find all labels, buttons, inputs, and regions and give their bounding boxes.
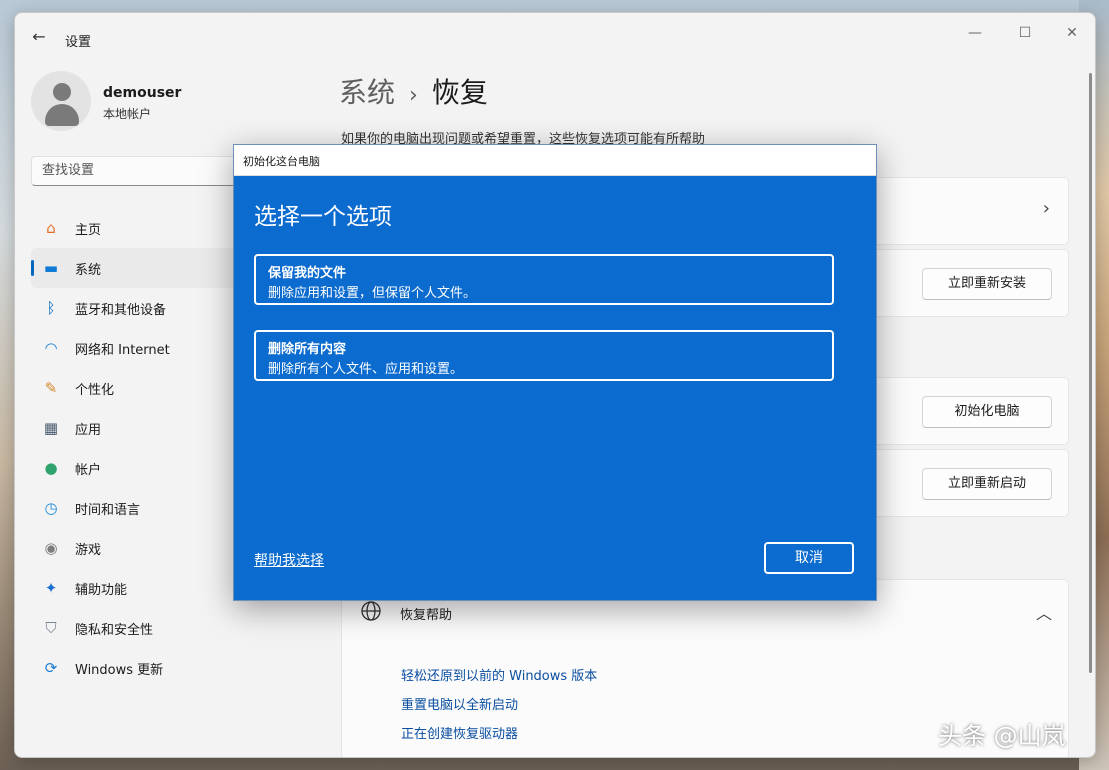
sidebar-item-label: 隐私和安全性 [75, 623, 154, 638]
chevron-right-icon: › [1042, 198, 1050, 219]
sidebar-item-label: 个性化 [75, 383, 115, 398]
apps-icon: ▦ [43, 419, 59, 437]
home-icon: ⌂ [46, 219, 56, 237]
help-link-reset[interactable]: 重置电脑以全新启动 [401, 694, 518, 713]
sidebar-item-privacy[interactable]: ⛉ 隐私和安全性 [31, 608, 261, 648]
sidebar-item-home[interactable]: ⌂ 主页 [31, 208, 261, 248]
user-silhouette-icon [53, 83, 71, 101]
option-title: 删除所有内容 [268, 342, 347, 357]
help-link-recovery-drive[interactable]: 正在创建恢复驱动器 [401, 723, 518, 742]
reinstall-now-button[interactable]: 立即重新安装 [922, 268, 1052, 300]
close-button[interactable]: ✕ [1052, 21, 1092, 45]
maximize-button[interactable]: ☐ [1005, 21, 1045, 45]
minimize-button[interactable]: — [955, 21, 995, 45]
sidebar-nav: ⌂ 主页 ▬ 系统 ᛒ 蓝牙和其他设备 ◠ 网络和 Internet ✎ 个性化… [31, 208, 261, 688]
arrow-left-icon: ← [32, 27, 46, 46]
shield-icon: ⛉ [45, 619, 57, 637]
accessibility-icon: ✦ [44, 579, 58, 597]
sidebar-item-personalization[interactable]: ✎ 个性化 [31, 368, 261, 408]
sidebar-item-label: 主页 [75, 223, 102, 238]
sidebar-item-accounts[interactable]: ● 帐户 [31, 448, 261, 488]
account-icon: ● [44, 459, 58, 477]
sidebar-item-windows-update[interactable]: ⟳ Windows 更新 [31, 648, 261, 688]
title-bar: ← 设置 — ☐ ✕ [15, 13, 1095, 61]
sidebar-item-apps[interactable]: ▦ 应用 [31, 408, 261, 448]
app-title: 设置 [65, 35, 92, 50]
dialog-title: 初始化这台电脑 [243, 155, 320, 168]
reset-pc-dialog: 初始化这台电脑 选择一个选项 保留我的文件 删除应用和设置，但保留个人文件。 删… [233, 144, 877, 601]
sidebar-item-label: 蓝牙和其他设备 [75, 303, 167, 318]
option-description: 删除所有个人文件、应用和设置。 [268, 362, 464, 377]
sidebar-item-system[interactable]: ▬ 系统 [31, 248, 261, 288]
option-title: 保留我的文件 [268, 266, 347, 281]
option-keep-files[interactable]: 保留我的文件 删除应用和设置，但保留个人文件。 [254, 254, 834, 305]
gamepad-icon: ◉ [44, 539, 58, 557]
sidebar-item-label: Windows 更新 [75, 663, 164, 678]
windows-update-icon: ⟳ [44, 659, 58, 677]
scrollbar[interactable] [1089, 73, 1092, 673]
brush-icon: ✎ [44, 379, 58, 397]
chevron-up-icon[interactable]: ︿ [1036, 600, 1052, 624]
bluetooth-icon: ᛒ [46, 299, 56, 317]
dialog-heading: 选择一个选项 [254, 204, 392, 230]
cancel-button[interactable]: 取消 [764, 542, 854, 574]
sidebar-item-label: 系统 [75, 263, 102, 278]
account-type: 本地帐户 [103, 107, 152, 121]
sidebar-item-bluetooth[interactable]: ᛒ 蓝牙和其他设备 [31, 288, 261, 328]
sidebar-item-label: 应用 [75, 423, 102, 438]
sidebar-item-label: 网络和 Internet [75, 343, 170, 358]
sidebar-item-gaming[interactable]: ◉ 游戏 [31, 528, 261, 568]
sidebar-item-time-language[interactable]: ◷ 时间和语言 [31, 488, 261, 528]
back-button[interactable]: ← [29, 27, 49, 47]
clock-globe-icon: ◷ [44, 499, 58, 517]
sidebar-item-accessibility[interactable]: ✦ 辅助功能 [31, 568, 261, 608]
sidebar-item-network[interactable]: ◠ 网络和 Internet [31, 328, 261, 368]
recovery-help-title: 恢复帮助 [400, 608, 453, 623]
sidebar-item-label: 游戏 [75, 543, 102, 558]
avatar [31, 71, 91, 131]
wifi-icon: ◠ [44, 339, 58, 357]
page-title: 恢复 [431, 76, 488, 109]
dialog-body: 选择一个选项 保留我的文件 删除应用和设置，但保留个人文件。 删除所有内容 删除… [234, 176, 876, 600]
watermark: 头条 @山岚 [938, 722, 1066, 750]
sidebar-item-label: 帐户 [75, 463, 102, 478]
breadcrumb-parent[interactable]: 系统 [339, 76, 395, 109]
option-description: 删除应用和设置，但保留个人文件。 [268, 286, 477, 301]
globe-icon [361, 601, 381, 621]
option-remove-everything[interactable]: 删除所有内容 删除所有个人文件、应用和设置。 [254, 330, 834, 381]
search-input[interactable]: 查找设置 [31, 156, 261, 186]
restart-now-button[interactable]: 立即重新启动 [922, 468, 1052, 500]
sidebar-item-label: 辅助功能 [75, 583, 128, 598]
monitor-icon: ▬ [43, 259, 59, 277]
user-name: demouser [103, 85, 182, 101]
dialog-title-bar: 初始化这台电脑 [234, 145, 876, 176]
sidebar-item-label: 时间和语言 [75, 503, 141, 518]
help-link-rollback[interactable]: 轻松还原到以前的 Windows 版本 [401, 665, 597, 684]
chevron-right-icon: › [409, 83, 418, 108]
reset-pc-button[interactable]: 初始化电脑 [922, 396, 1052, 428]
breadcrumb: 系统 › 恢复 [339, 71, 488, 111]
help-me-choose-link[interactable]: 帮助我选择 [254, 550, 324, 570]
